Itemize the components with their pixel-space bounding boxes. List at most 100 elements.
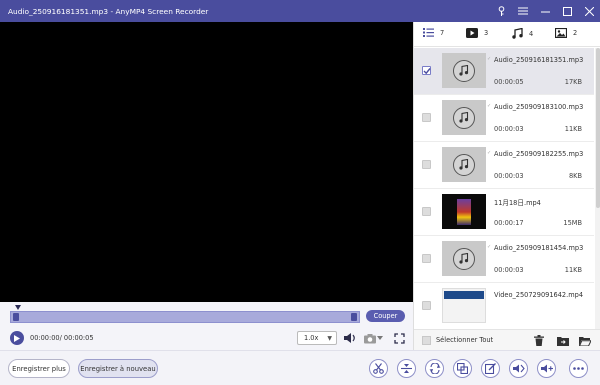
scrollbar-thumb[interactable] [596, 48, 600, 208]
time-readout: 00:00:00/ 00:00:05 [30, 334, 94, 342]
split-icon [401, 364, 412, 373]
maximize-icon[interactable] [556, 0, 578, 22]
tab-audio-count: 4 [529, 29, 534, 38]
cut-button[interactable]: Couper [366, 310, 405, 322]
convert-icon [429, 363, 440, 374]
file-list-item[interactable]: Video_250729091642.mp4 [414, 283, 594, 329]
window-title: Audio_250916181351.mp3 - AnyMP4 Screen R… [8, 6, 209, 16]
video-icon [466, 28, 478, 38]
music-icon [512, 28, 523, 39]
tab-videos-count: 3 [484, 29, 489, 37]
file-checkbox[interactable] [422, 113, 431, 122]
volume-icon[interactable] [343, 331, 357, 345]
record-again-button[interactable]: Enregistrer à nouveau [78, 359, 158, 378]
file-list-item[interactable]: Audio_250909183100.mp3 00:00:03 11KB ✓ [414, 95, 594, 142]
video-thumbnail [442, 194, 486, 229]
file-checkbox[interactable] [422, 301, 431, 310]
split-button[interactable] [397, 359, 416, 378]
music-note-icon [453, 59, 475, 82]
filter-tabs: 7 3 4 2 [414, 22, 600, 47]
more-options-button[interactable] [569, 359, 588, 378]
speed-value: 1.0x [304, 334, 319, 342]
file-list-item[interactable]: Audio_250909181454.mp3 00:00:03 11KB ✓ [414, 236, 594, 283]
waveform-marks-icon: ✓ [487, 244, 492, 250]
file-duration: 00:00:03 [494, 172, 524, 180]
open-folder-icon[interactable] [578, 334, 592, 347]
trim-end-handle[interactable] [351, 313, 357, 321]
play-button[interactable] [10, 331, 24, 345]
file-list-item[interactable]: Audio_250916181351.mp3 00:00:05 17KB ✓ [414, 48, 594, 95]
media-library-panel: 7 3 4 2 Audio_250916181351.mp3 00:00:05 17… [413, 22, 600, 350]
export-folder-icon[interactable] [556, 334, 570, 347]
file-name: Audio_250909182255.mp3 [494, 150, 584, 158]
speed-select[interactable]: 1.0x ▼ [297, 331, 337, 345]
convert-button[interactable] [425, 359, 444, 378]
select-all-checkbox[interactable] [422, 336, 431, 345]
minimize-icon[interactable] [534, 0, 556, 22]
file-list-item[interactable]: 11月18日.mp4 00:00:17 15MB [414, 189, 594, 236]
file-duration: 00:00:17 [494, 219, 524, 227]
tab-audio[interactable]: 4 [512, 28, 533, 39]
edit-icon [485, 363, 496, 374]
compress-button[interactable] [509, 359, 528, 378]
waveform-marks-icon: ✓ [487, 103, 492, 109]
compress-icon [512, 364, 525, 373]
list-icon [423, 28, 434, 37]
tab-images-count: 2 [573, 29, 578, 37]
playhead-marker[interactable] [15, 305, 21, 310]
music-note-icon [453, 106, 475, 129]
file-checkbox[interactable] [422, 254, 431, 263]
file-name: 11月18日.mp4 [494, 199, 541, 207]
video-frame-image [444, 290, 484, 299]
key-icon[interactable] [490, 0, 512, 22]
file-duration: 00:00:05 [494, 78, 524, 86]
timeline-track[interactable] [10, 311, 360, 323]
timeline [0, 302, 413, 326]
volume-boost-button[interactable] [537, 359, 556, 378]
chevron-down-icon: ▼ [327, 335, 332, 342]
record-more-button[interactable]: Enregistrer plus [8, 359, 70, 378]
title-bar: Audio_250916181351.mp3 - AnyMP4 Screen R… [0, 0, 600, 22]
merge-button[interactable] [453, 359, 472, 378]
music-note-icon [453, 247, 475, 270]
fullscreen-icon[interactable] [392, 331, 406, 345]
trash-icon[interactable] [532, 334, 546, 347]
file-name: Video_250729091642.mp4 [494, 291, 584, 299]
playback-controls: 00:00:00/ 00:00:05 1.0x ▼ [0, 326, 413, 350]
file-list-footer: Sélectionner Tout [414, 329, 600, 350]
file-duration: 00:00:03 [494, 266, 524, 274]
edit-metadata-button[interactable] [481, 359, 500, 378]
file-size: 11KB [564, 125, 582, 133]
tab-all[interactable]: 7 [423, 28, 444, 37]
bottom-toolbar: Enregistrer plus Enregistrer à nouveau [0, 350, 600, 385]
file-checkbox[interactable] [422, 207, 431, 216]
tab-images[interactable]: 2 [555, 28, 577, 38]
file-checkbox[interactable] [422, 66, 431, 75]
file-list: Audio_250916181351.mp3 00:00:05 17KB ✓ Audio… [414, 48, 594, 329]
file-size: 11KB [564, 266, 582, 274]
scissors-icon [373, 363, 384, 374]
audio-thumbnail [442, 53, 486, 88]
file-name: Audio_250909183100.mp3 [494, 103, 584, 111]
file-list-item[interactable]: Audio_250909182255.mp3 00:00:03 8KB ✓ [414, 142, 594, 189]
camera-dropdown-icon[interactable] [376, 331, 384, 345]
file-size: 17KB [564, 78, 582, 86]
volume-boost-icon [540, 364, 553, 373]
more-dots-icon [573, 367, 584, 370]
file-name: Audio_250916181351.mp3 [494, 56, 584, 64]
file-checkbox[interactable] [422, 160, 431, 169]
video-thumbnail [442, 288, 486, 323]
file-size: 8KB [568, 172, 582, 180]
trim-start-handle[interactable] [13, 313, 19, 321]
video-preview[interactable] [0, 22, 413, 302]
file-name: Audio_250909181454.mp3 [494, 244, 584, 252]
audio-thumbnail [442, 147, 486, 182]
close-icon[interactable] [578, 0, 600, 22]
menu-icon[interactable] [512, 0, 534, 22]
file-list-scrollbar[interactable] [595, 48, 600, 329]
camera-icon[interactable] [363, 331, 377, 345]
select-all-label[interactable]: Sélectionner Tout [436, 336, 493, 344]
waveform-marks-icon: ✓ [487, 150, 492, 156]
trim-scissors-button[interactable] [369, 359, 388, 378]
tab-videos[interactable]: 3 [466, 28, 488, 38]
